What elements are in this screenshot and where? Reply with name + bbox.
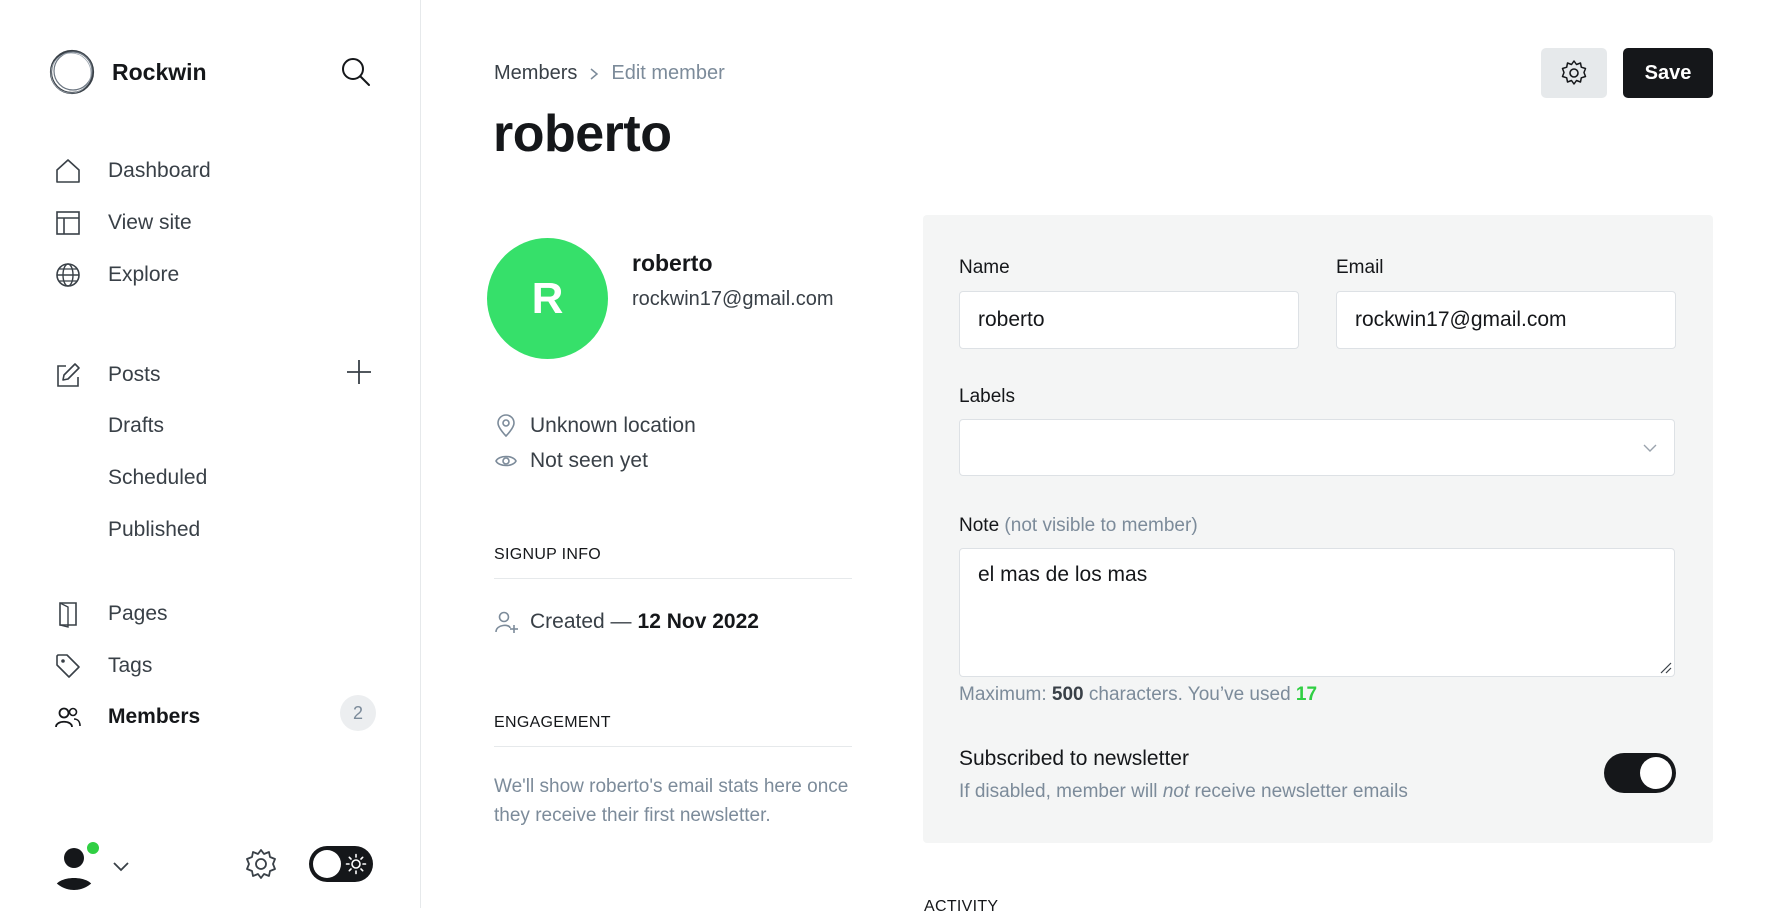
member-last-seen-text: Not seen yet	[530, 449, 648, 472]
sidebar-item-label: View site	[108, 211, 192, 234]
chevron-right-icon	[590, 67, 599, 80]
sidebar-item-tags[interactable]: Tags	[54, 646, 384, 686]
sidebar-item-label: Dashboard	[108, 159, 211, 182]
theme-toggle[interactable]	[309, 846, 373, 882]
resize-handle-icon[interactable]	[1658, 660, 1672, 674]
user-add-icon	[495, 611, 518, 633]
sidebar-item-label: Explore	[108, 263, 180, 286]
add-post-icon[interactable]	[344, 357, 374, 387]
labels-label: Labels	[959, 386, 1015, 407]
members-icon	[55, 707, 81, 728]
sidebar-item-label: Members	[108, 705, 201, 728]
engagement-text: We'll show roberto's email stats here on…	[494, 776, 849, 826]
chevron-down-icon[interactable]	[110, 855, 132, 877]
sidebar: Rockwin Dashboard View site Explore Post…	[0, 0, 421, 908]
labels-select[interactable]	[959, 419, 1675, 476]
note-hint: (not visible to member)	[1004, 515, 1198, 536]
page-icon	[59, 602, 77, 628]
newsletter-description: If disabled, member will not receive new…	[959, 781, 1408, 803]
member-email: rockwin17@gmail.com	[632, 288, 834, 310]
char-count-prefix: Maximum:	[959, 684, 1047, 705]
home-icon	[56, 159, 80, 183]
settings-gear-icon[interactable]	[244, 847, 278, 881]
email-label: Email	[1336, 257, 1384, 278]
sidebar-item-drafts[interactable]: Drafts	[54, 406, 384, 446]
signup-info-heading: SIGNUP INFO	[494, 546, 852, 579]
character-count: Maximum: 500 characters. You’ve used 17	[959, 684, 1317, 706]
sidebar-item-posts[interactable]: Posts	[54, 355, 384, 395]
name-label: Name	[959, 257, 1010, 278]
char-count-max: 500	[1051, 684, 1084, 705]
note-textarea[interactable]: el mas de los mas	[959, 548, 1675, 677]
breadcrumb: Members Edit member	[494, 62, 725, 85]
sidebar-item-scheduled[interactable]: Scheduled	[54, 458, 384, 498]
char-count-middle: characters. You’ve used	[1088, 684, 1291, 705]
search-icon[interactable]	[340, 56, 372, 88]
sidebar-item-explore[interactable]: Explore	[54, 255, 384, 295]
layout-icon	[56, 211, 80, 235]
member-settings-button[interactable]	[1541, 48, 1607, 98]
chevron-down-icon	[1643, 444, 1657, 452]
member-location-text: Unknown location	[530, 414, 696, 437]
gear-icon	[1561, 60, 1587, 85]
globe-icon	[56, 263, 80, 287]
online-status-indicator	[85, 840, 101, 856]
breadcrumb-current: Edit member	[611, 62, 725, 84]
breadcrumb-members-link[interactable]: Members	[494, 62, 577, 85]
activity-heading: ACTIVITY	[924, 898, 999, 915]
member-form-card: Name roberto Email rockwin17@gmail.com L…	[923, 215, 1713, 843]
sidebar-item-label: Pages	[108, 602, 168, 625]
member-location: Unknown location	[494, 414, 696, 438]
brand-name: Rockwin	[112, 58, 207, 85]
toggle-knob	[1640, 757, 1672, 789]
eye-icon	[495, 455, 517, 467]
note-label: Note (not visible to member)	[959, 515, 1198, 537]
save-button[interactable]: Save	[1623, 48, 1713, 98]
sun-icon	[345, 853, 367, 875]
name-field[interactable]: roberto	[959, 291, 1299, 349]
created-row: Created — 12 Nov 2022	[494, 609, 759, 635]
member-avatar: R	[487, 238, 608, 359]
sidebar-item-label: Drafts	[108, 414, 165, 437]
newsletter-desc-after: receive newsletter emails	[1194, 781, 1408, 802]
newsletter-desc-before: If disabled, member will	[959, 781, 1158, 802]
sidebar-item-members[interactable]: Members	[54, 697, 384, 737]
sidebar-item-pages[interactable]: Pages	[54, 594, 384, 634]
brand-logo-icon	[49, 49, 95, 95]
newsletter-title: Subscribed to newsletter	[959, 747, 1189, 770]
member-last-seen: Not seen yet	[494, 449, 648, 473]
sidebar-item-label: Scheduled	[108, 466, 208, 489]
sidebar-item-label: Tags	[108, 654, 153, 677]
edit-icon	[57, 363, 80, 387]
newsletter-toggle[interactable]	[1604, 753, 1676, 793]
page-title: roberto	[493, 105, 672, 163]
members-count-badge: 2	[340, 695, 376, 731]
sidebar-item-view-site[interactable]: View site	[54, 203, 384, 243]
location-pin-icon	[497, 414, 515, 438]
sidebar-item-dashboard[interactable]: Dashboard	[54, 151, 384, 191]
sidebar-item-label: Published	[108, 518, 201, 541]
note-value: el mas de los mas	[978, 563, 1148, 586]
email-field[interactable]: rockwin17@gmail.com	[1336, 291, 1676, 349]
engagement-heading: ENGAGEMENT	[494, 714, 852, 747]
newsletter-desc-emphasis: not	[1162, 781, 1190, 802]
note-label-text: Note	[959, 515, 1000, 536]
char-count-used: 17	[1295, 684, 1318, 705]
tag-icon	[56, 654, 80, 678]
sidebar-item-published[interactable]: Published	[54, 510, 384, 550]
sidebar-item-label: Posts	[108, 363, 161, 386]
member-name: roberto	[632, 250, 713, 276]
created-date: 12 Nov 2022	[637, 610, 759, 633]
toggle-knob	[313, 850, 341, 878]
brand[interactable]: Rockwin	[48, 48, 207, 96]
created-label: Created —	[530, 610, 632, 633]
